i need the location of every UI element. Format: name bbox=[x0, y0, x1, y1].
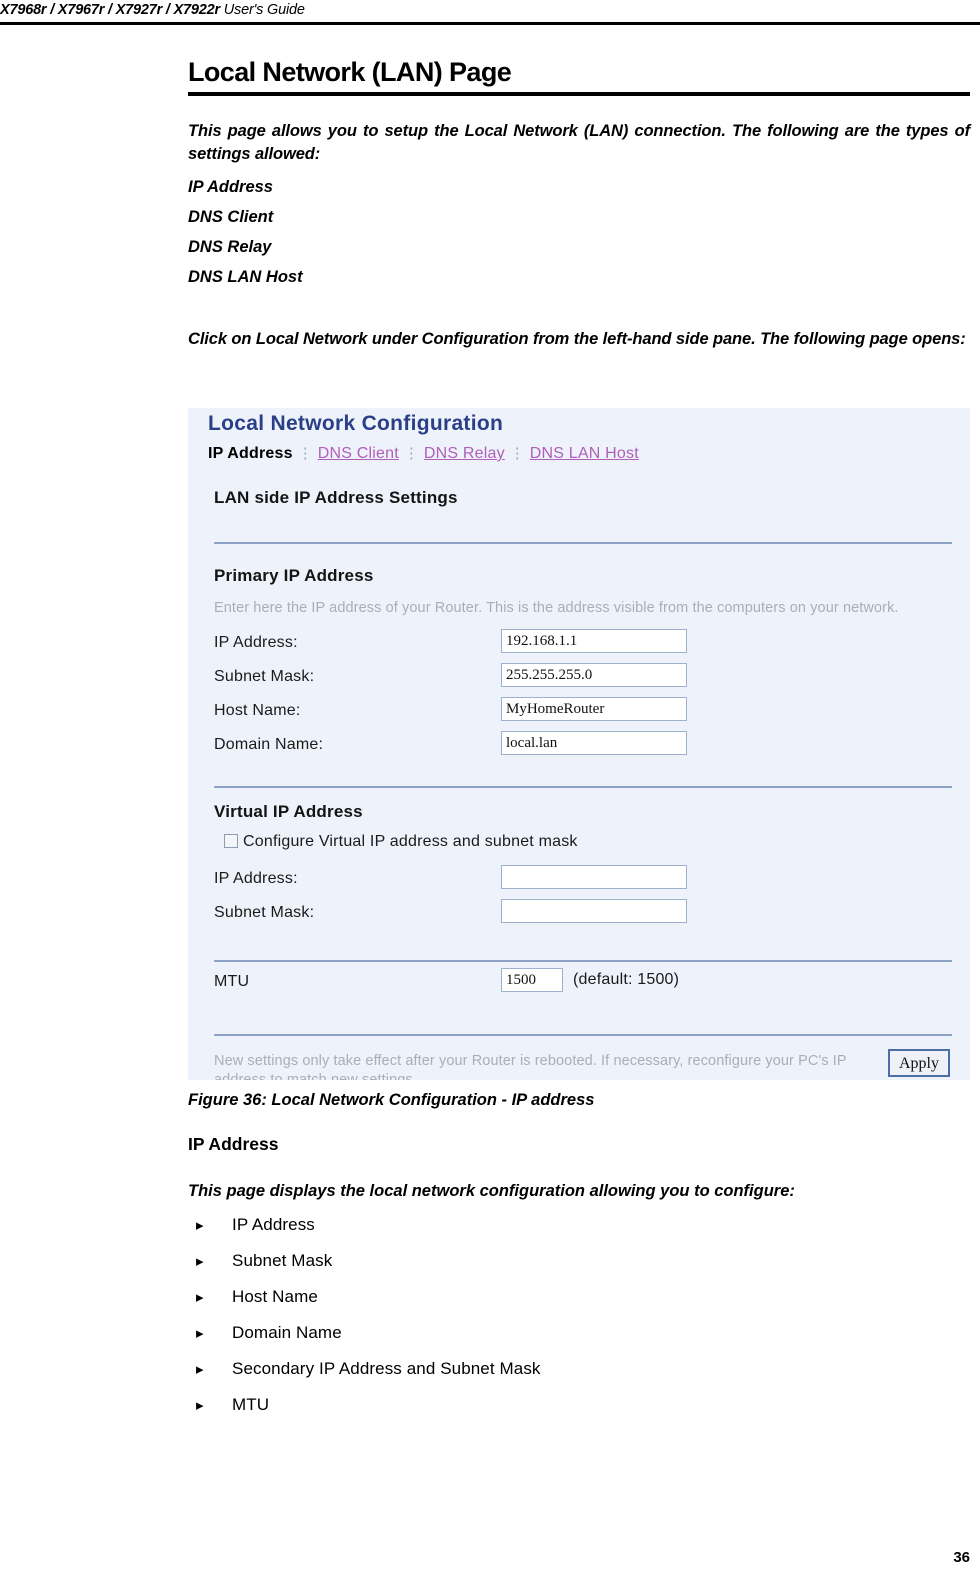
header-model-list: X7968r / X7967r / X7927r / X7922r bbox=[0, 2, 220, 18]
arrow-bullet-icon: ▸ bbox=[196, 1325, 204, 1342]
arrow-bullet-icon: ▸ bbox=[196, 1253, 204, 1270]
tab-separator-icon: ⋮ bbox=[509, 445, 525, 462]
tab-separator-icon: ⋮ bbox=[403, 445, 419, 462]
input-primary-subnet-mask[interactable]: 255.255.255.0 bbox=[501, 663, 687, 687]
arrow-bullet-icon: ▸ bbox=[196, 1397, 204, 1414]
primary-ip-hint: Enter here the IP address of your Router… bbox=[214, 600, 899, 616]
document-running-header: X7968r / X7967r / X7927r / X7922r User's… bbox=[0, 2, 980, 28]
tab-separator-icon: ⋮ bbox=[297, 445, 313, 462]
input-primary-ip-address[interactable]: 192.168.1.1 bbox=[501, 629, 687, 653]
section-divider bbox=[214, 786, 952, 788]
virtual-ip-checkbox-row[interactable]: Configure Virtual IP address and subnet … bbox=[224, 833, 578, 851]
list-item: ▸ Host Name bbox=[196, 1287, 318, 1307]
page-number: 36 bbox=[953, 1549, 970, 1566]
reboot-footnote: New settings only take effect after your… bbox=[214, 1053, 847, 1080]
section-divider bbox=[214, 542, 952, 544]
label-domain-name: Domain Name: bbox=[214, 736, 324, 753]
list-item-label: IP Address bbox=[232, 1215, 315, 1234]
setting-type-ip-address: IP Address bbox=[188, 178, 273, 196]
router-config-screenshot: Local Network Configuration IP Address ⋮ D… bbox=[188, 408, 970, 1080]
input-host-name[interactable]: MyHomeRouter bbox=[501, 697, 687, 721]
mtu-default-note: (default: 1500) bbox=[573, 971, 680, 988]
list-item: ▸ MTU bbox=[196, 1395, 269, 1415]
section-subheading: IP Address bbox=[188, 1134, 279, 1154]
page-title: Local Network (LAN) Page bbox=[188, 57, 512, 87]
setting-type-dns-lan-host: DNS LAN Host bbox=[188, 268, 303, 286]
header-title: X7968r / X7967r / X7927r / X7922r User's… bbox=[0, 2, 305, 18]
list-item: ▸ Secondary IP Address and Subnet Mask bbox=[196, 1359, 541, 1379]
header-guide-label: User's Guide bbox=[219, 2, 305, 18]
label-virtual-subnet-mask: Subnet Mask: bbox=[214, 904, 315, 921]
label-mtu: MTU bbox=[214, 973, 250, 990]
virtual-ip-checkbox-label: Configure Virtual IP address and subnet … bbox=[243, 833, 578, 850]
tab-ip-address[interactable]: IP Address bbox=[208, 445, 293, 462]
arrow-bullet-icon: ▸ bbox=[196, 1217, 204, 1234]
list-item: ▸ Subnet Mask bbox=[196, 1251, 332, 1271]
list-item: ▸ Domain Name bbox=[196, 1323, 342, 1343]
click-instruction-paragraph: Click on Local Network under Configurati… bbox=[188, 330, 966, 348]
label-primary-ip-address: IP Address: bbox=[214, 634, 298, 651]
setting-type-dns-relay: DNS Relay bbox=[188, 238, 272, 256]
displays-paragraph: This page displays the local network con… bbox=[188, 1182, 795, 1200]
list-item: ▸ IP Address bbox=[196, 1215, 315, 1235]
virtual-ip-heading: Virtual IP Address bbox=[214, 802, 363, 821]
tab-dns-relay[interactable]: DNS Relay bbox=[424, 445, 505, 462]
figure-caption: Figure 36: Local Network Configuration -… bbox=[188, 1091, 595, 1109]
page-title-underline bbox=[188, 92, 970, 96]
input-virtual-ip-address[interactable] bbox=[501, 865, 687, 889]
input-domain-name[interactable]: local.lan bbox=[501, 731, 687, 755]
apply-button[interactable]: Apply bbox=[888, 1049, 950, 1077]
list-item-label: Subnet Mask bbox=[232, 1251, 333, 1270]
section-divider bbox=[214, 1034, 952, 1036]
primary-ip-heading: Primary IP Address bbox=[214, 566, 374, 585]
label-virtual-ip-address: IP Address: bbox=[214, 870, 298, 887]
arrow-bullet-icon: ▸ bbox=[196, 1361, 204, 1378]
lan-settings-heading: LAN side IP Address Settings bbox=[214, 488, 458, 507]
label-host-name: Host Name: bbox=[214, 702, 301, 719]
tab-dns-client[interactable]: DNS Client bbox=[318, 445, 399, 462]
tab-dns-lan-host[interactable]: DNS LAN Host bbox=[530, 445, 639, 462]
list-item-label: Secondary IP Address and Subnet Mask bbox=[232, 1359, 541, 1378]
checkbox-icon[interactable] bbox=[224, 834, 238, 848]
setting-type-dns-client: DNS Client bbox=[188, 208, 274, 226]
config-tab-bar: IP Address ⋮ DNS Client ⋮ DNS Relay ⋮ DNS LAN … bbox=[208, 444, 639, 463]
intro-paragraph: This page allows you to setup the Local … bbox=[188, 122, 970, 163]
config-page-title: Local Network Configuration bbox=[208, 412, 504, 435]
list-item-label: MTU bbox=[232, 1395, 270, 1414]
input-mtu[interactable]: 1500 bbox=[501, 968, 563, 992]
header-divider bbox=[0, 22, 980, 25]
input-virtual-subnet-mask[interactable] bbox=[501, 899, 687, 923]
section-divider bbox=[214, 960, 952, 962]
label-primary-subnet-mask: Subnet Mask: bbox=[214, 668, 315, 685]
list-item-label: Domain Name bbox=[232, 1323, 342, 1342]
arrow-bullet-icon: ▸ bbox=[196, 1289, 204, 1306]
list-item-label: Host Name bbox=[232, 1287, 318, 1306]
